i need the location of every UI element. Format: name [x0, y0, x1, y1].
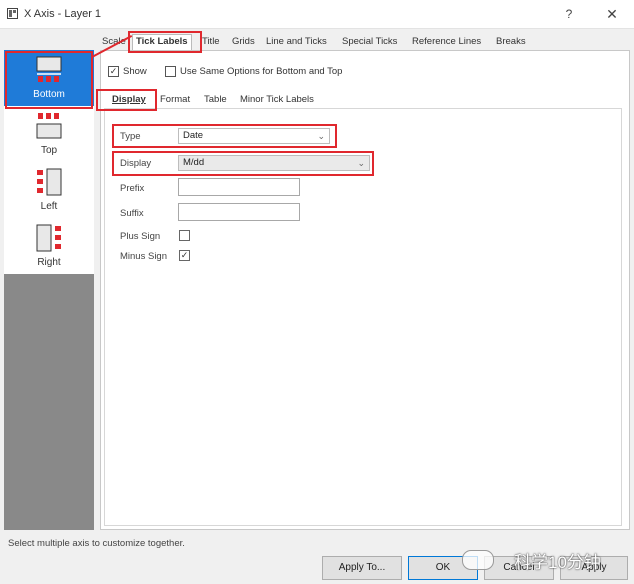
window-title: X Axis - Layer 1	[24, 8, 102, 20]
minus-sign-checkbox[interactable]: ✓	[179, 250, 190, 261]
subtab-strip: Display Format Table Minor Tick Labels	[102, 92, 622, 108]
show-label: Show	[123, 65, 147, 77]
tab-title[interactable]: Title	[202, 36, 220, 47]
sidebar-item-top[interactable]: Top	[4, 106, 94, 162]
minus-sign-label: Minus Sign	[120, 251, 167, 262]
highlight-tick-labels-tab	[128, 31, 202, 53]
suffix-label: Suffix	[120, 208, 144, 219]
close-button[interactable]: ✕	[600, 4, 624, 24]
tab-breaks[interactable]: Breaks	[496, 36, 526, 47]
help-button[interactable]: ?	[558, 4, 580, 24]
suffix-input[interactable]	[178, 203, 300, 221]
tab-reference-lines[interactable]: Reference Lines	[412, 36, 481, 47]
title-bar: X Axis - Layer 1 ? ✕	[0, 0, 634, 29]
wechat-logo-icon	[462, 550, 494, 570]
top-axis-icon	[36, 113, 62, 139]
sidebar-item-label: Top	[40, 145, 58, 156]
right-axis-icon	[36, 224, 61, 252]
subtab-table[interactable]: Table	[204, 94, 227, 105]
highlight-display-row	[112, 151, 374, 176]
left-axis-icon	[37, 168, 62, 196]
plus-sign-checkbox[interactable]	[179, 230, 190, 241]
same-options-checkbox-row[interactable]: Use Same Options for Bottom and Top	[165, 64, 342, 78]
tab-grids[interactable]: Grids	[232, 36, 255, 47]
highlight-bottom-selection	[5, 51, 93, 109]
same-options-label: Use Same Options for Bottom and Top	[180, 65, 343, 77]
status-text: Select multiple axis to customize togeth…	[8, 538, 185, 549]
highlight-display-subtab	[96, 89, 157, 111]
prefix-label: Prefix	[120, 183, 145, 194]
prefix-input[interactable]	[178, 178, 300, 196]
axis-sidebar: Bottom Top Left Right	[4, 50, 94, 530]
plus-sign-label: Plus Sign	[120, 231, 161, 242]
apply-to-button[interactable]: Apply To...	[322, 556, 402, 580]
sidebar-item-label: Left	[40, 201, 58, 212]
watermark-text: 科学10分钟	[514, 553, 601, 572]
tab-line-and-ticks[interactable]: Line and Ticks	[266, 36, 327, 47]
same-options-checkbox[interactable]	[165, 65, 176, 77]
subtab-format[interactable]: Format	[160, 94, 190, 105]
app-icon	[7, 8, 18, 19]
highlight-type-row	[112, 124, 337, 148]
show-checkbox[interactable]: ✓	[108, 65, 119, 77]
sidebar-item-left[interactable]: Left	[4, 162, 94, 218]
sidebar-item-right[interactable]: Right	[4, 218, 94, 274]
subtab-minor-tick-labels[interactable]: Minor Tick Labels	[240, 94, 314, 105]
tab-special-ticks[interactable]: Special Ticks	[342, 36, 397, 47]
sidebar-item-label: Right	[37, 257, 61, 268]
show-checkbox-row[interactable]: ✓ Show	[108, 64, 147, 78]
watermark: 科学10分钟	[462, 544, 628, 574]
